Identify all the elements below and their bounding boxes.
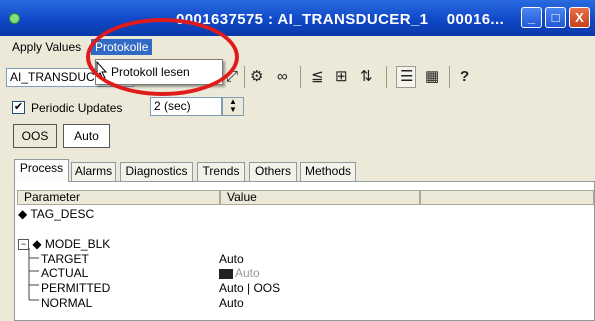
column-header-parameter[interactable]: Parameter (17, 190, 220, 205)
readonly-icon (219, 268, 233, 279)
toolbar-separator (300, 66, 301, 88)
maximize-button[interactable]: □ (545, 7, 566, 28)
table-row[interactable]: ◆ TAG_DESC (18, 207, 94, 221)
close-button[interactable]: X (569, 7, 590, 28)
toolbar-separator (449, 66, 450, 88)
update-interval-spinner[interactable]: ▲ ▼ (222, 97, 244, 116)
menu-protokolle[interactable]: Protokolle (91, 39, 153, 55)
periodic-updates-checkbox[interactable]: ✔ (12, 101, 25, 114)
parameter-name: MODE_BLK (44, 237, 111, 251)
column-header-blank (420, 190, 594, 205)
table-row-permitted[interactable]: PERMITTED (41, 281, 110, 295)
arrow-icon[interactable]: ⤢ (226, 67, 238, 87)
table-row-target[interactable]: TARGET (41, 252, 89, 266)
arrows-icon[interactable]: ⇅ (360, 67, 373, 87)
help-icon[interactable]: ? (460, 67, 469, 87)
window-title: 0001637575 : AI_TRANSDUCER_1 00016... (176, 11, 505, 28)
settings-icon[interactable]: ⚙ (250, 67, 263, 87)
list-icon: ☰ (400, 68, 414, 85)
menu-bar: Apply Values Protokolle (0, 36, 595, 58)
maximize-icon: □ (551, 10, 560, 25)
parameter-name: TAG_DESC (30, 207, 95, 221)
normal-value[interactable]: Auto (219, 296, 244, 310)
column-header-value[interactable]: Value (220, 190, 420, 205)
compare-icon[interactable]: ≦ (311, 67, 324, 87)
update-interval-field[interactable]: 2 (sec) (150, 97, 222, 116)
tab-methods[interactable]: Methods (300, 162, 356, 181)
tab-trends[interactable]: Trends (197, 162, 245, 181)
toolbar-separator (386, 66, 387, 88)
permitted-value[interactable]: Auto | OOS (219, 281, 280, 295)
minimize-icon: _ (527, 10, 536, 25)
auto-button[interactable]: Auto (63, 124, 110, 148)
glasses-icon[interactable]: ∞ (277, 67, 288, 87)
mouse-cursor-icon (96, 61, 108, 80)
periodic-updates-label: Periodic Updates (31, 101, 123, 115)
target-value[interactable]: Auto (219, 252, 244, 266)
menu-item-protokoll-lesen[interactable]: Protokoll lesen (111, 65, 190, 79)
close-icon: X (575, 10, 584, 25)
chart-icon[interactable]: ⊞ (335, 67, 348, 87)
actual-value: Auto (219, 266, 260, 280)
row-bullet-icon: ◆ (18, 207, 28, 221)
spin-down-icon[interactable]: ▼ (223, 106, 243, 114)
table-row-actual[interactable]: ACTUAL (41, 266, 88, 280)
toolbar-separator (244, 66, 245, 88)
tab-others[interactable]: Others (249, 162, 297, 181)
minimize-button[interactable]: _ (521, 7, 542, 28)
tree-lines (28, 248, 39, 301)
oos-button[interactable]: OOS (13, 124, 57, 148)
menu-apply-values[interactable]: Apply Values (8, 39, 85, 55)
tab-process[interactable]: Process (14, 159, 69, 182)
app-icon (9, 13, 20, 24)
grid-icon[interactable]: ▦ (425, 67, 439, 87)
tab-diagnostics[interactable]: Diagnostics (120, 162, 193, 181)
protokolle-menu: Protokoll lesen (95, 59, 223, 85)
table-row-normal[interactable]: NORMAL (41, 296, 92, 310)
actual-value-text: Auto (235, 266, 260, 280)
tab-alarms[interactable]: Alarms (71, 162, 116, 181)
application-window: 0001637575 : AI_TRANSDUCER_1 00016... _ … (0, 0, 595, 321)
title-bar[interactable]: 0001637575 : AI_TRANSDUCER_1 00016... _ … (0, 0, 595, 36)
